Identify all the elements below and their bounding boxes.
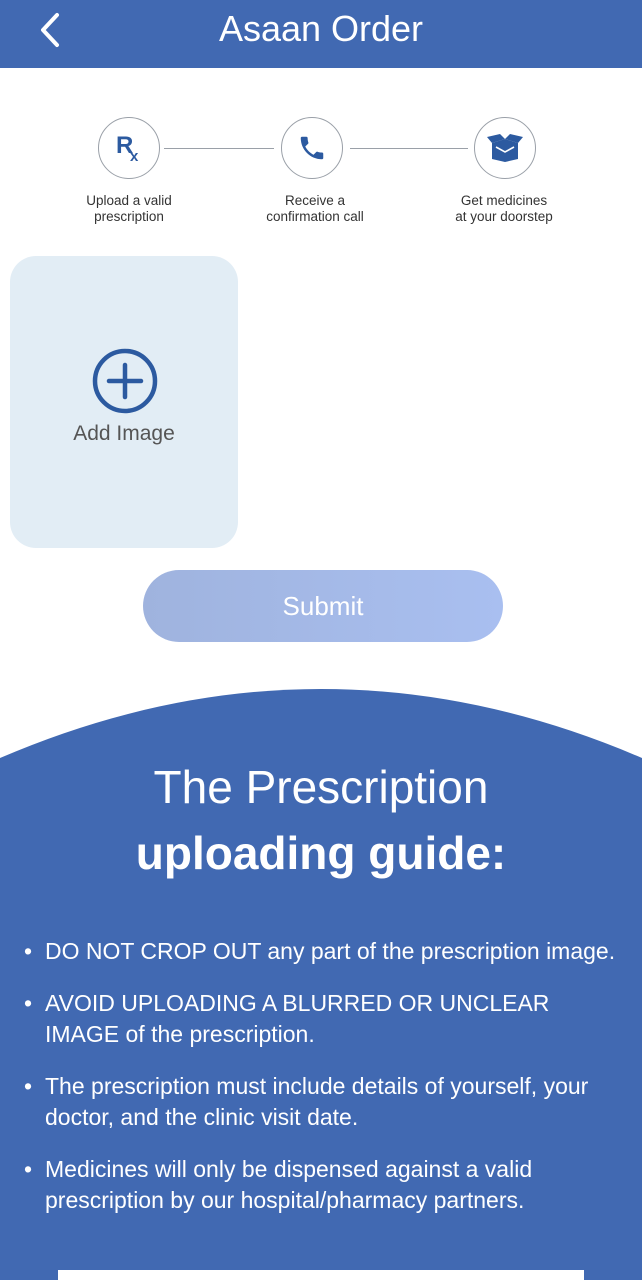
bullet: • [24,1156,33,1182]
guide-item-text: DO NOT CROP OUT any part of the prescrip… [45,938,616,964]
step-connector [164,148,274,149]
guide-title: The Prescription [153,761,489,813]
plus-circle-icon [92,348,158,414]
step-upload: R x [98,117,160,179]
step-label: Upload a valid prescription [86,193,172,224]
guide-list: • DO NOT CROP OUT any part of the prescri… [24,936,624,1237]
phone-icon [300,136,324,160]
bottom-card-edge [58,1270,584,1280]
bullet: • [24,1073,33,1099]
guide-item-text: AVOID UPLOADING A BLURRED OR UNCLEAR IMA… [45,990,550,1047]
rx-icon: R x [116,132,139,165]
step-connector [350,148,468,149]
bullet: • [24,990,33,1016]
svg-text:x: x [130,148,139,165]
guide-item: • DO NOT CROP OUT any part of the prescri… [24,936,624,967]
order-steps: R x Upload a valid prescription Receive … [0,110,642,240]
guide-subtitle: uploading guide: [135,827,507,879]
bullet: • [24,938,33,964]
box-icon [487,134,523,162]
guide-item: • Medicines will only be dispensed agains… [24,1154,624,1216]
step-delivery [474,117,536,179]
step-label: Get medicines at your doorstep [455,193,553,224]
guide-item-text: Medicines will only be dispensed against… [45,1156,533,1213]
step-label: Receive a confirmation call [266,193,364,224]
page-title: Asaan Order [218,8,424,49]
add-image-label: Add Image [73,422,175,445]
submit-button[interactable]: Submit [143,570,503,642]
guide-item: • The prescription must include details o… [24,1071,624,1133]
app-header: Asaan Order [0,0,642,68]
step-call [281,117,343,179]
add-image-card[interactable]: Add Image [10,256,238,548]
guide-item-text: The prescription must include details of… [45,1073,589,1130]
guide-item: • AVOID UPLOADING A BLURRED OR UNCLEAR IM… [24,988,624,1050]
